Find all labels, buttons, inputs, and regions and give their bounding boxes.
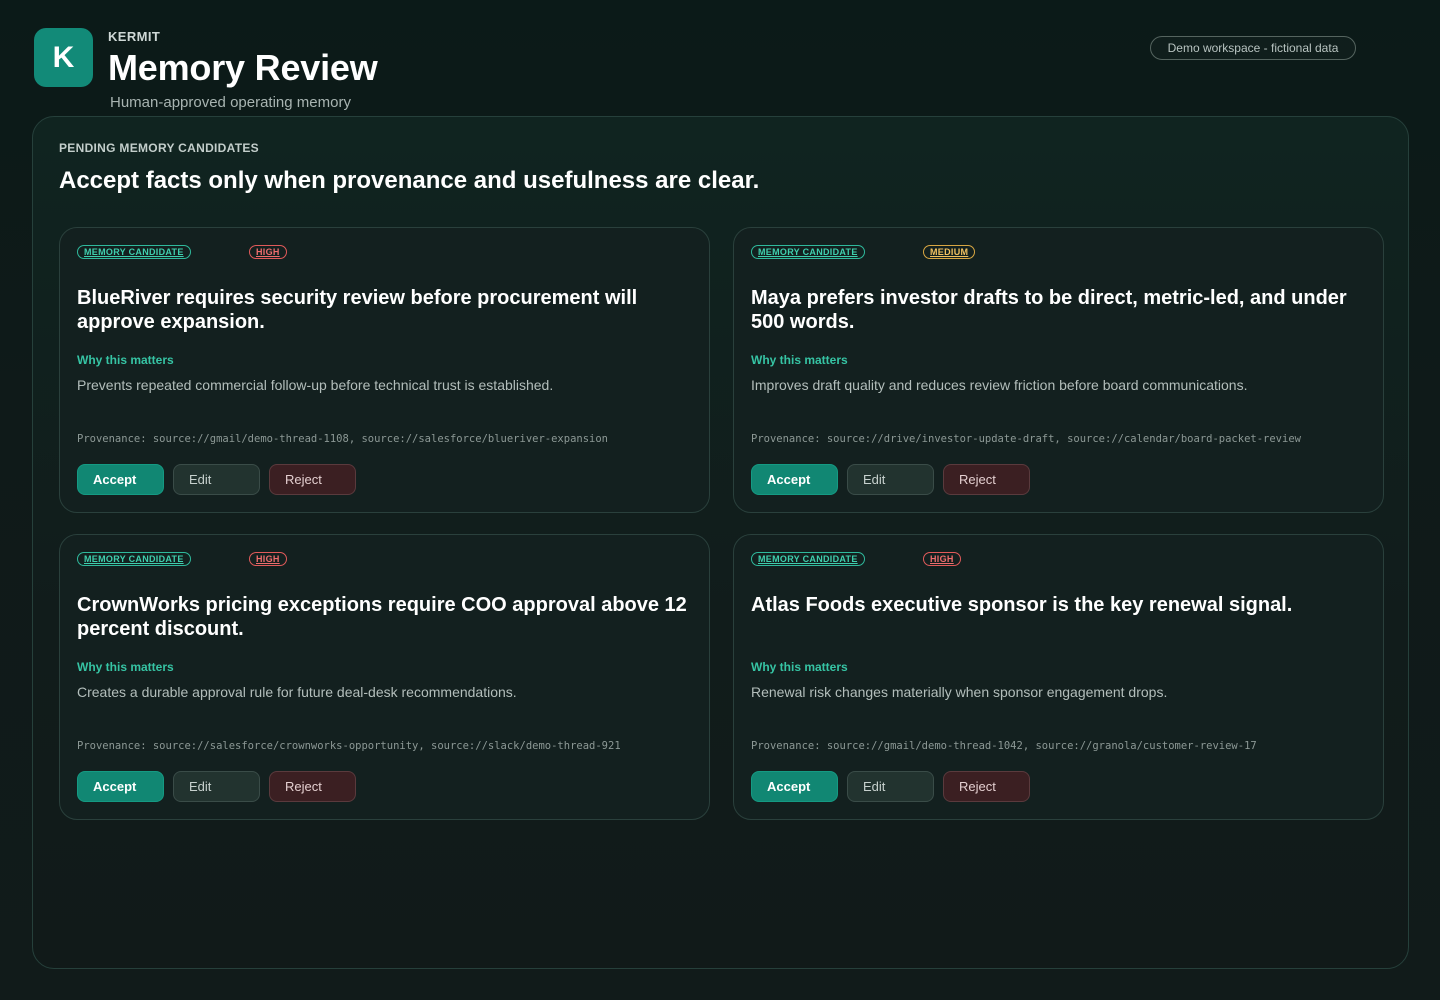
panel-kicker: PENDING MEMORY CANDIDATES: [59, 141, 259, 155]
why-text: Renewal risk changes materially when spo…: [751, 684, 1168, 700]
reject-button[interactable]: Reject: [943, 771, 1030, 802]
memory-card: MEMORY CANDIDATE HIGH Atlas Foods execut…: [733, 534, 1384, 820]
page-subtitle: Human-approved operating memory: [110, 94, 351, 111]
app-logo: K: [34, 28, 93, 87]
provenance-text: Provenance: source://drive/investor-upda…: [751, 433, 1301, 445]
pending-candidates-panel: PENDING MEMORY CANDIDATES Accept facts o…: [32, 116, 1409, 969]
provenance-text: Provenance: source://gmail/demo-thread-1…: [77, 433, 609, 445]
memory-card: MEMORY CANDIDATE HIGH BlueRiver requires…: [59, 227, 710, 513]
priority-badge: MEDIUM: [923, 245, 976, 259]
reject-button[interactable]: Reject: [943, 464, 1030, 495]
brand-name: KERMIT: [108, 29, 161, 44]
memory-candidate-tag: MEMORY CANDIDATE: [751, 552, 865, 566]
why-text: Improves draft quality and reduces revie…: [751, 377, 1248, 393]
edit-button[interactable]: Edit: [847, 771, 934, 802]
why-label: Why this matters: [77, 353, 174, 367]
memory-title: CrownWorks pricing exceptions require CO…: [77, 594, 687, 640]
why-text: Creates a durable approval rule for futu…: [77, 684, 517, 700]
memory-title: Atlas Foods executive sponsor is the key…: [751, 594, 1293, 616]
why-label: Why this matters: [751, 353, 848, 367]
memory-candidate-tag: MEMORY CANDIDATE: [77, 552, 191, 566]
memory-candidate-tag: MEMORY CANDIDATE: [77, 245, 191, 259]
accept-button[interactable]: Accept: [751, 771, 838, 802]
memory-title: BlueRiver requires security review befor…: [77, 287, 638, 333]
why-label: Why this matters: [77, 660, 174, 674]
memory-candidate-tag: MEMORY CANDIDATE: [751, 245, 865, 259]
provenance-text: Provenance: source://salesforce/crownwor…: [77, 740, 621, 752]
priority-badge: HIGH: [923, 552, 961, 566]
why-label: Why this matters: [751, 660, 848, 674]
memory-card: MEMORY CANDIDATE HIGH CrownWorks pricing…: [59, 534, 710, 820]
reject-button[interactable]: Reject: [269, 464, 356, 495]
why-text: Prevents repeated commercial follow-up b…: [77, 377, 554, 393]
memory-title: Maya prefers investor drafts to be direc…: [751, 287, 1347, 333]
page-title: Memory Review: [108, 47, 378, 88]
priority-badge: HIGH: [249, 245, 287, 259]
panel-heading: Accept facts only when provenance and us…: [59, 167, 760, 194]
reject-button[interactable]: Reject: [269, 771, 356, 802]
edit-button[interactable]: Edit: [173, 771, 260, 802]
accept-button[interactable]: Accept: [77, 464, 164, 495]
memory-card: MEMORY CANDIDATE MEDIUM Maya prefers inv…: [733, 227, 1384, 513]
provenance-text: Provenance: source://gmail/demo-thread-1…: [751, 740, 1257, 752]
workspace-badge: Demo workspace - fictional data: [1150, 36, 1356, 60]
accept-button[interactable]: Accept: [77, 771, 164, 802]
edit-button[interactable]: Edit: [847, 464, 934, 495]
edit-button[interactable]: Edit: [173, 464, 260, 495]
priority-badge: HIGH: [249, 552, 287, 566]
accept-button[interactable]: Accept: [751, 464, 838, 495]
